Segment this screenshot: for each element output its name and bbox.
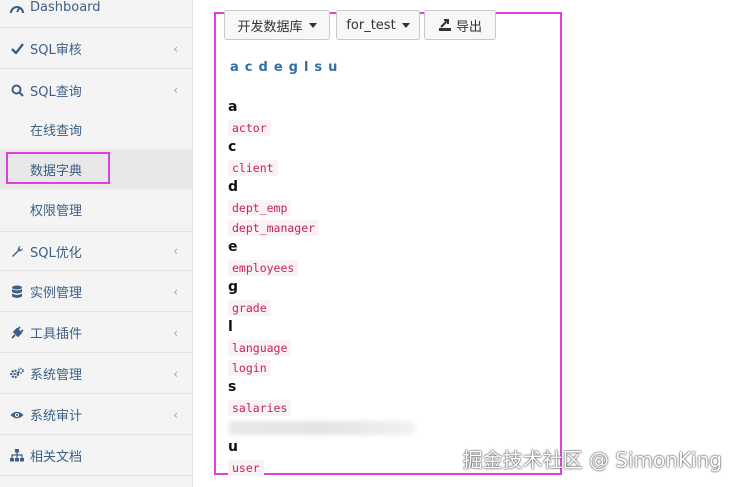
eye-icon — [10, 408, 24, 422]
group-heading-a: a — [228, 99, 238, 115]
sub-label: 在线查询 — [30, 124, 83, 139]
database-icon — [10, 285, 24, 299]
nav-item-system-audit[interactable]: 系统审计 ‹ — [0, 395, 192, 435]
table-link-user[interactable]: user — [228, 460, 264, 476]
nav-item-sql-query[interactable]: SQL查询 ‹ — [0, 70, 192, 110]
database-select-button[interactable]: for_test — [336, 10, 420, 40]
chevron-left-icon: ‹ — [173, 407, 178, 422]
sitemap-icon — [10, 449, 24, 463]
table-link-actor[interactable]: actor — [228, 120, 271, 136]
letter-link-l[interactable]: l — [304, 60, 309, 75]
letter-link-c[interactable]: c — [245, 60, 254, 75]
sidebar: Dashboard SQL审核 ‹ SQL查询 ‹ 在线查询 数据字典 权限管理… — [0, 0, 193, 487]
wrench-icon — [10, 244, 24, 258]
gears-icon — [10, 367, 24, 381]
instance-select-button[interactable]: 开发数据库 — [224, 10, 330, 40]
check-icon — [10, 42, 24, 56]
group-heading-u: u — [228, 439, 238, 455]
sub-item-permission-management[interactable]: 权限管理 — [0, 190, 192, 230]
letter-link-u[interactable]: u — [328, 60, 338, 75]
group-heading-c: c — [228, 139, 237, 155]
letter-link-e[interactable]: e — [274, 60, 284, 75]
plug-icon — [10, 325, 24, 340]
instance-label: 开发数据库 — [237, 19, 303, 35]
sub-item-online-query[interactable]: 在线查询 — [0, 110, 192, 150]
chevron-left-icon: ‹ — [173, 41, 178, 56]
nav-label: 系统管理 — [30, 368, 83, 383]
nav-label: SQL审核 — [30, 43, 82, 58]
group-heading-l: l — [228, 319, 233, 335]
nav-label: 相关文档 — [30, 450, 83, 465]
table-link-dept-manager[interactable]: dept_manager — [228, 220, 320, 236]
nav-label: Dashboard — [30, 0, 101, 15]
group-heading-g: g — [228, 279, 239, 295]
watermark: 掘金技术社区 @ SimonKing — [462, 448, 722, 472]
letter-link-g[interactable]: g — [289, 60, 299, 75]
nav-item-sql-optimize[interactable]: SQL优化 ‹ — [0, 231, 192, 271]
table-link-grade[interactable]: grade — [228, 300, 271, 316]
chevron-left-icon: ‹ — [173, 325, 178, 340]
table-link-login[interactable]: login — [228, 360, 271, 376]
highlight-box-data-dictionary — [6, 152, 110, 184]
caret-down-icon — [401, 22, 410, 28]
chevron-left-icon: ‹ — [173, 284, 178, 299]
nav-item-system-management[interactable]: 系统管理 ‹ — [0, 354, 192, 394]
dashboard-icon — [10, 1, 24, 15]
nav-label: 实例管理 — [30, 286, 83, 301]
letter-link-s[interactable]: s — [314, 60, 323, 75]
group-heading-d: d — [228, 179, 239, 195]
table-link-client[interactable]: client — [228, 160, 278, 176]
nav-item-instance-management[interactable]: 实例管理 ‹ — [0, 272, 192, 312]
nav-label: SQL优化 — [30, 245, 82, 261]
sub-label: 权限管理 — [30, 204, 83, 219]
export-label: 导出 — [455, 19, 482, 35]
export-icon — [438, 18, 452, 32]
database-label: for_test — [346, 17, 396, 33]
nav-label: 系统审计 — [30, 409, 83, 424]
nav-item-related-docs[interactable]: 相关文档 — [0, 436, 192, 476]
search-icon — [10, 83, 24, 97]
nav-label: 工具插件 — [30, 327, 83, 342]
group-heading-s: s — [228, 379, 237, 395]
caret-down-icon — [308, 22, 317, 28]
letter-link-d[interactable]: d — [259, 60, 269, 75]
chevron-left-icon: ‹ — [173, 83, 178, 97]
group-heading-e: e — [228, 239, 238, 255]
table-link-dept-emp[interactable]: dept_emp — [228, 200, 292, 216]
nav-item-dashboard[interactable]: Dashboard — [0, 0, 192, 28]
chevron-left-icon: ‹ — [173, 366, 178, 381]
export-button[interactable]: 导出 — [424, 10, 496, 40]
letter-link-a[interactable]: a — [230, 60, 240, 75]
table-link-employees[interactable]: employees — [228, 260, 299, 276]
letter-index: acdeglsu — [230, 60, 343, 75]
nav-item-tool-plugins[interactable]: 工具插件 ‹ — [0, 313, 192, 353]
chevron-left-icon: ‹ — [173, 244, 178, 258]
blurred-table-entry — [228, 421, 416, 435]
nav-item-sql-review[interactable]: SQL审核 ‹ — [0, 29, 192, 69]
table-link-language[interactable]: language — [228, 340, 292, 356]
nav-label: SQL查询 — [30, 84, 82, 100]
table-link-salaries[interactable]: salaries — [228, 400, 292, 416]
